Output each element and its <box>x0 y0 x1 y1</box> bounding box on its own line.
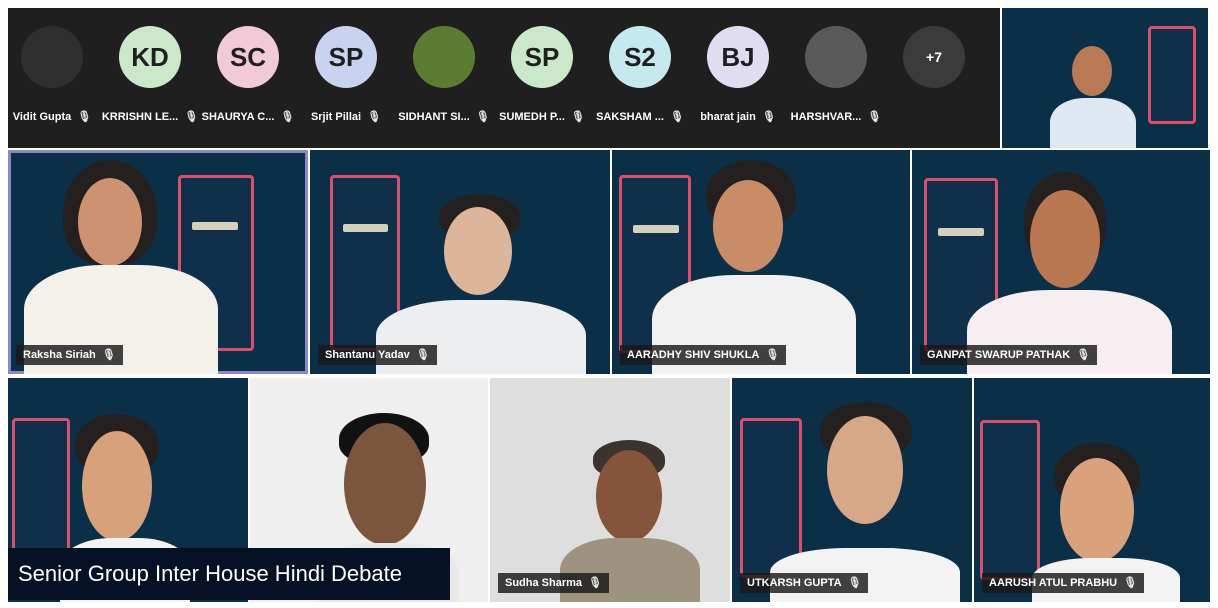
participant-name: SHAURYA C... 🎙 <box>201 111 295 123</box>
participant-item[interactable]: HARSHVAR... 🎙 <box>786 26 886 146</box>
more-participants-button[interactable]: +7 <box>884 26 984 146</box>
participant-name: Vidit Gupta 🎙 <box>12 111 92 123</box>
tile-name: AARADHY SHIV SHUKLA 🎙 <box>620 345 787 365</box>
participant-name: Srjit Pillai 🎙 <box>310 111 382 123</box>
meeting-window: Vidit Gupta 🎙 KD KRRISHN LE... 🎙 SC SHAURYA C.… <box>0 0 1218 608</box>
muted-mic-icon: 🎙 <box>77 111 92 123</box>
more-count: +7 <box>903 26 965 88</box>
participant-item[interactable]: Vidit Gupta 🎙 <box>2 26 102 146</box>
muted-mic-icon: 🎙 <box>867 111 882 123</box>
participant-name: SUMEDH P... 🎙 <box>499 111 585 123</box>
participant-avatar: S2 <box>609 26 671 88</box>
video-tile-ganpat[interactable]: GANPAT SWARUP PATHAK 🎙 <box>912 150 1210 374</box>
participant-name: HARSHVAR... 🎙 <box>790 111 882 123</box>
participant-name: bharat jain 🎙 <box>700 111 776 123</box>
muted-mic-icon: 🎙 <box>761 111 776 123</box>
video-tile-aaradhy[interactable]: AARADHY SHIV SHUKLA 🎙 <box>612 150 910 374</box>
muted-mic-icon: 🎙 <box>184 111 199 123</box>
muted-mic-icon: 🎙 <box>367 111 382 123</box>
participant-avatar: KD <box>119 26 181 88</box>
muted-mic-icon: 🎙 <box>847 577 862 589</box>
tile-name: Shantanu Yadav 🎙 <box>318 345 437 365</box>
muted-mic-icon: 🎙 <box>1123 577 1138 589</box>
participant-avatar: SP <box>511 26 573 88</box>
muted-mic-icon: 🎙 <box>1076 349 1091 361</box>
participant-avatar <box>413 26 475 88</box>
tile-name: Sudha Sharma 🎙 <box>498 573 609 593</box>
muted-mic-icon: 🎙 <box>415 349 430 361</box>
video-tile-utkarsh[interactable]: UTKARSH GUPTA 🎙 <box>732 378 972 602</box>
video-tile-sudha[interactable]: Sudha Sharma 🎙 <box>490 378 730 602</box>
participant-avatar <box>21 26 83 88</box>
presenter-tile[interactable] <box>1002 8 1208 148</box>
participant-item[interactable]: SIDHANT SI... 🎙 <box>394 26 494 146</box>
video-tile-shantanu[interactable]: Shantanu Yadav 🎙 <box>310 150 610 374</box>
participant-avatar: SP <box>315 26 377 88</box>
participant-strip: Vidit Gupta 🎙 KD KRRISHN LE... 🎙 SC SHAURYA C.… <box>8 8 1000 148</box>
participant-item[interactable]: SP Srjit Pillai 🎙 <box>296 26 396 146</box>
participant-avatar: BJ <box>707 26 769 88</box>
participant-name: SIDHANT SI... 🎙 <box>398 111 490 123</box>
tile-name: AARUSH ATUL PRABHU 🎙 <box>982 573 1145 593</box>
tile-name: GANPAT SWARUP PATHAK 🎙 <box>920 345 1098 365</box>
muted-mic-icon: 🎙 <box>765 349 780 361</box>
participant-item[interactable]: SC SHAURYA C... 🎙 <box>198 26 298 146</box>
muted-mic-icon: 🎙 <box>475 111 490 123</box>
muted-mic-icon: 🎙 <box>588 577 602 589</box>
participant-item[interactable]: KD KRRISHN LE... 🎙 <box>100 26 200 146</box>
participant-item[interactable]: BJ bharat jain 🎙 <box>688 26 788 146</box>
participant-item[interactable]: S2 SAKSHAM ... 🎙 <box>590 26 690 146</box>
event-banner: Senior Group Inter House Hindi Debate <box>8 548 450 600</box>
participant-avatar: SC <box>217 26 279 88</box>
tile-name: Raksha Siriah 🎙 <box>16 345 123 365</box>
muted-mic-icon: 🎙 <box>280 111 295 123</box>
participant-name: SAKSHAM ... 🎙 <box>596 111 684 123</box>
muted-mic-icon: 🎙 <box>101 349 116 361</box>
participant-name: KRRISHN LE... 🎙 <box>101 111 199 123</box>
video-tile-aarush[interactable]: AARUSH ATUL PRABHU 🎙 <box>974 378 1210 602</box>
tile-name: UTKARSH GUPTA 🎙 <box>740 573 869 593</box>
muted-mic-icon: 🎙 <box>669 111 684 123</box>
participant-avatar <box>805 26 867 88</box>
participant-item[interactable]: SP SUMEDH P... 🎙 <box>492 26 592 146</box>
video-tile-raksha[interactable]: Raksha Siriah 🎙 <box>8 150 308 374</box>
muted-mic-icon: 🎙 <box>570 111 585 123</box>
